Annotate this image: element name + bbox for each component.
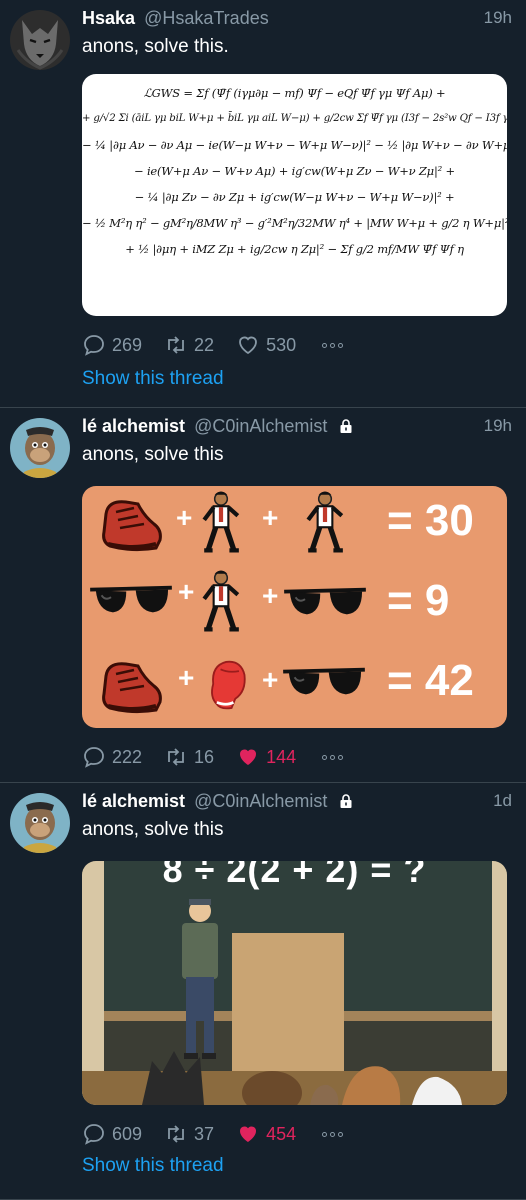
tweet-actions: 269 22 530 bbox=[82, 332, 344, 358]
like-icon bbox=[236, 745, 260, 769]
plus-sign: + bbox=[178, 576, 195, 607]
user-handle[interactable]: @C0inAlchemist bbox=[194, 791, 327, 811]
display-name[interactable]: Hsaka bbox=[82, 8, 135, 28]
plus-sign: + bbox=[176, 502, 193, 533]
sunglasses-icon bbox=[88, 582, 174, 620]
classroom-illustration bbox=[82, 861, 507, 1105]
equation-line: − ½ M²η η² − gM²η/8MW η³ − g′²M²η/32MW η… bbox=[82, 216, 507, 230]
reply-button[interactable]: 609 bbox=[82, 1122, 142, 1146]
like-icon bbox=[236, 1122, 260, 1146]
tweet-2[interactable]: lé alchemist @C0inAlchemist 19h anons, s… bbox=[0, 408, 526, 783]
retweet-button[interactable]: 22 bbox=[164, 333, 214, 357]
plus-sign: + bbox=[262, 502, 279, 533]
puzzle-row: + + = 9 bbox=[82, 568, 507, 648]
retweet-button[interactable]: 37 bbox=[164, 1122, 214, 1146]
tweet-text: anons, solve this bbox=[82, 444, 224, 465]
tweet-actions: 222 16 144 bbox=[82, 744, 344, 770]
sunglasses-icon bbox=[280, 584, 370, 622]
like-button[interactable]: 530 bbox=[236, 333, 296, 357]
plus-sign: + bbox=[178, 662, 195, 693]
result-label: = 42 bbox=[387, 656, 474, 705]
board-equation: 8 ÷ 2(2 + 2) = ? bbox=[162, 861, 427, 890]
retweet-icon bbox=[164, 745, 188, 769]
dancer-icon bbox=[200, 490, 242, 554]
more-icon[interactable] bbox=[322, 754, 344, 760]
show-thread-link[interactable]: Show this thread bbox=[82, 368, 224, 390]
equation-line: − ¼ |∂μ Zν − ∂ν Zμ + ig′cw(W−μ W+ν − W+μ… bbox=[134, 190, 455, 204]
timestamp[interactable]: 1d bbox=[493, 791, 512, 811]
like-button[interactable]: 144 bbox=[236, 745, 296, 769]
equation-line: − ¼ |∂μ Aν − ∂ν Aμ − ie(W−μ W+ν − W+μ W−… bbox=[82, 138, 507, 152]
tweet-3[interactable]: lé alchemist @C0inAlchemist 1d anons, so… bbox=[0, 783, 526, 1200]
like-button[interactable]: 454 bbox=[236, 1122, 296, 1146]
like-icon bbox=[236, 333, 260, 357]
tweet-header: Hsaka @HsakaTrades 19h bbox=[82, 8, 512, 32]
boxing-glove-icon bbox=[204, 654, 250, 714]
like-count: 454 bbox=[266, 1123, 297, 1144]
reply-icon bbox=[82, 1122, 106, 1146]
like-count: 530 bbox=[266, 334, 297, 355]
reply-icon bbox=[82, 333, 106, 357]
shoe-icon bbox=[96, 494, 166, 554]
result-label: = 30 bbox=[387, 496, 474, 545]
reply-button[interactable]: 269 bbox=[82, 333, 142, 357]
like-count: 144 bbox=[266, 746, 297, 767]
puzzle-row: + + = 42 bbox=[82, 648, 507, 728]
more-icon[interactable] bbox=[322, 342, 344, 348]
reply-button[interactable]: 222 bbox=[82, 745, 142, 769]
retweet-icon bbox=[164, 333, 188, 357]
tweet-actions: 609 37 454 bbox=[82, 1121, 344, 1147]
dancer-icon bbox=[200, 568, 242, 634]
reply-count: 269 bbox=[112, 334, 143, 355]
tweet-text: anons, solve this. bbox=[82, 36, 229, 57]
show-thread-link[interactable]: Show this thread bbox=[82, 1155, 224, 1177]
reply-icon bbox=[82, 745, 106, 769]
plus-sign: + bbox=[262, 664, 279, 695]
puzzle-row: + + = 30 bbox=[82, 488, 507, 568]
tweet-header: lé alchemist @C0inAlchemist 19h bbox=[82, 416, 512, 440]
equation-line: − ie(W+μ Aν − W+ν Aμ) + ig′cw(W+μ Zν − W… bbox=[134, 164, 455, 178]
equation-line: ℒGWS = Σf (Ψ̄f (iγμ∂μ − mf) Ψf − eQf Ψ̄f… bbox=[143, 86, 446, 100]
timestamp[interactable]: 19h bbox=[484, 8, 512, 28]
retweet-count: 22 bbox=[194, 334, 215, 355]
equation-line: + ½ |∂μη + iMZ Zμ + ig/2cw η Zμ|² − Σf g… bbox=[125, 242, 464, 256]
equation-line: + g/√2 Σi (āiL γμ biL W+μ + b̄iL γμ aiL … bbox=[82, 113, 507, 124]
display-name[interactable]: lé alchemist bbox=[82, 416, 185, 436]
avatar[interactable] bbox=[10, 10, 70, 70]
tweet-1[interactable]: Hsaka @HsakaTrades 19h anons, solve this… bbox=[0, 0, 526, 408]
more-icon[interactable] bbox=[322, 1131, 344, 1137]
display-name[interactable]: lé alchemist bbox=[82, 791, 185, 811]
avatar[interactable] bbox=[10, 418, 70, 478]
plus-sign: + bbox=[262, 580, 279, 611]
result-label: = 9 bbox=[387, 576, 450, 625]
tweet-header: lé alchemist @C0inAlchemist 1d bbox=[82, 791, 512, 815]
retweet-count: 16 bbox=[194, 746, 215, 767]
reply-count: 609 bbox=[112, 1123, 143, 1144]
tweet-image-classroom[interactable]: 8 ÷ 2(2 + 2) = ? bbox=[82, 861, 507, 1105]
lock-icon bbox=[338, 418, 354, 434]
tweet-text: anons, solve this bbox=[82, 819, 224, 840]
retweet-icon bbox=[164, 1122, 188, 1146]
sunglasses-icon bbox=[278, 664, 370, 702]
reply-count: 222 bbox=[112, 746, 143, 767]
lock-icon bbox=[338, 793, 354, 809]
user-handle[interactable]: @HsakaTrades bbox=[144, 8, 269, 28]
user-handle[interactable]: @C0inAlchemist bbox=[194, 416, 327, 436]
tweet-image-equation[interactable]: ℒGWS = Σf (Ψ̄f (iγμ∂μ − mf) Ψf − eQf Ψ̄f… bbox=[82, 74, 507, 316]
tweet-image-puzzle[interactable]: + + = 30 + + = 9 + + = 42 bbox=[82, 486, 507, 728]
retweet-count: 37 bbox=[194, 1123, 215, 1144]
retweet-button[interactable]: 16 bbox=[164, 745, 214, 769]
dancer-icon bbox=[304, 490, 346, 554]
shoe-icon bbox=[96, 656, 166, 716]
avatar[interactable] bbox=[10, 793, 70, 853]
timestamp[interactable]: 19h bbox=[484, 416, 512, 436]
